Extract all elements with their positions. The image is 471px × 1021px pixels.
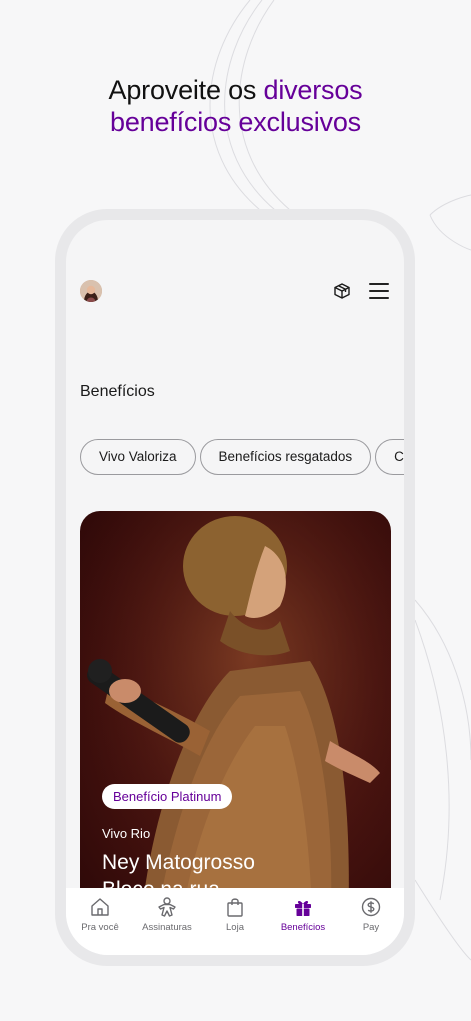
gift-box-icon[interactable] bbox=[332, 281, 352, 301]
promo-headline: Aproveite os diversos benefícios exclusi… bbox=[0, 74, 471, 138]
card-title-line1: Ney Matogrosso bbox=[102, 851, 255, 874]
chip-vivo-valoriza[interactable]: Vivo Valoriza bbox=[80, 439, 196, 475]
gingerbread-icon bbox=[158, 897, 176, 917]
tab-loja[interactable]: Loja bbox=[201, 896, 269, 933]
phone-frame: Benefícios Vivo Valoriza Benefícios resga… bbox=[55, 209, 415, 966]
avatar-image bbox=[80, 280, 102, 302]
chip-beneficios-resgatados[interactable]: Benefícios resgatados bbox=[199, 439, 372, 475]
dollar-coin-icon bbox=[361, 897, 381, 917]
gift-icon bbox=[295, 900, 311, 916]
tab-pra-voce[interactable]: Pra você bbox=[66, 896, 134, 933]
shopping-bag-icon bbox=[227, 898, 243, 917]
tab-label: Benefícios bbox=[280, 922, 326, 933]
card-venue: Vivo Rio bbox=[102, 826, 151, 841]
chip-categorias[interactable]: Categorias bbox=[375, 439, 404, 475]
tab-label: Pra você bbox=[81, 922, 119, 933]
home-icon bbox=[91, 898, 109, 916]
tab-assinaturas[interactable]: Assinaturas bbox=[133, 896, 201, 933]
filter-chips: Vivo ValorizaBenefícios resgatadosCatego… bbox=[80, 439, 404, 477]
headline-plain: Aproveite os bbox=[108, 75, 264, 105]
status-badge: Benefício Platinum bbox=[102, 784, 233, 809]
page-title: Benefícios bbox=[80, 383, 155, 400]
headline-accent: diversos bbox=[263, 75, 363, 105]
user-avatar[interactable] bbox=[80, 280, 102, 302]
tab-label: Assinaturas bbox=[142, 922, 192, 933]
tab-pay[interactable]: Pay bbox=[337, 896, 404, 933]
headline-line2: benefícios exclusivos bbox=[110, 107, 361, 137]
tab-beneficios[interactable]: Benefícios bbox=[269, 896, 337, 933]
tab-label: Loja bbox=[226, 922, 244, 933]
hamburger-menu-icon[interactable] bbox=[369, 283, 389, 299]
bottom-tab-bar: Pra você Assinaturas Loja Benefícios Pay bbox=[66, 888, 404, 955]
app-screen: Benefícios Vivo Valoriza Benefícios resga… bbox=[66, 220, 404, 955]
benefit-card[interactable]: Benefício Platinum Vivo Rio Ney Matogros… bbox=[80, 511, 391, 931]
tab-label: Pay bbox=[362, 922, 380, 933]
